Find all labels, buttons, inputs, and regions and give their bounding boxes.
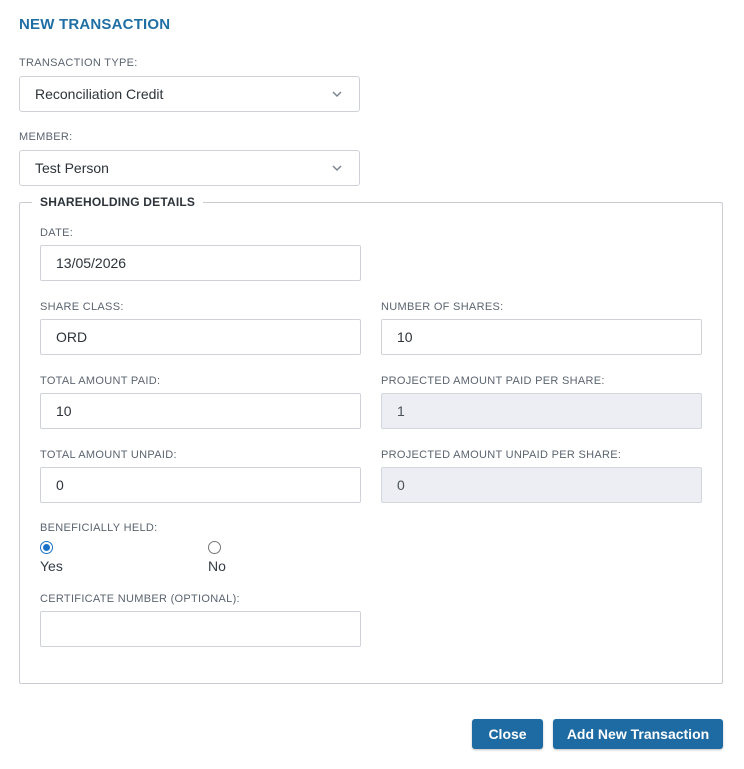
projected-paid-per-share-value: 1: [397, 403, 405, 419]
total-amount-paid-label: TOTAL AMOUNT PAID:: [40, 375, 161, 387]
share-class-field[interactable]: ORD: [40, 319, 361, 355]
transaction-type-select[interactable]: Reconciliation Credit: [19, 76, 360, 112]
chevron-down-icon: [330, 161, 344, 175]
beneficially-held-label: BENEFICIALLY HELD:: [40, 522, 158, 534]
date-label: DATE:: [40, 227, 74, 239]
transaction-type-label: TRANSACTION TYPE:: [19, 57, 138, 69]
shareholding-details-legend: SHAREHOLDING DETAILS: [32, 195, 204, 209]
date-field[interactable]: 13/05/2026: [40, 245, 361, 281]
total-amount-unpaid-field[interactable]: 0: [40, 467, 361, 503]
certificate-number-label: CERTIFICATE NUMBER (OPTIONAL):: [40, 593, 240, 605]
transaction-type-value: Reconciliation Credit: [35, 86, 164, 102]
member-label: MEMBER:: [19, 131, 73, 143]
number-of-shares-field[interactable]: 10: [381, 319, 702, 355]
share-class-value: ORD: [56, 329, 88, 345]
total-amount-unpaid-label: TOTAL AMOUNT UNPAID:: [40, 449, 177, 461]
beneficially-held-yes-radio[interactable]: [40, 541, 53, 554]
projected-paid-per-share-field: 1: [381, 393, 702, 429]
add-new-transaction-button[interactable]: Add New Transaction: [553, 719, 723, 749]
total-amount-paid-value: 10: [56, 403, 72, 419]
share-class-label: SHARE CLASS:: [40, 301, 124, 313]
member-value: Test Person: [35, 160, 109, 176]
number-of-shares-value: 10: [397, 329, 413, 345]
chevron-down-icon: [330, 87, 344, 101]
certificate-number-field[interactable]: [40, 611, 361, 647]
beneficially-held-no-label[interactable]: No: [208, 558, 226, 574]
date-value: 13/05/2026: [56, 255, 127, 271]
projected-unpaid-per-share-field: 0: [381, 467, 702, 503]
projected-unpaid-per-share-value: 0: [397, 477, 405, 493]
beneficially-held-yes-label[interactable]: Yes: [40, 558, 63, 574]
projected-unpaid-per-share-label: PROJECTED AMOUNT UNPAID PER SHARE:: [381, 449, 622, 461]
dialog-title: NEW TRANSACTION: [19, 16, 171, 33]
number-of-shares-label: NUMBER OF SHARES:: [381, 301, 504, 313]
member-select[interactable]: Test Person: [19, 150, 360, 186]
projected-paid-per-share-label: PROJECTED AMOUNT PAID PER SHARE:: [381, 375, 605, 387]
total-amount-paid-field[interactable]: 10: [40, 393, 361, 429]
beneficially-held-no-radio[interactable]: [208, 541, 221, 554]
total-amount-unpaid-value: 0: [56, 477, 64, 493]
close-button[interactable]: Close: [472, 719, 543, 749]
